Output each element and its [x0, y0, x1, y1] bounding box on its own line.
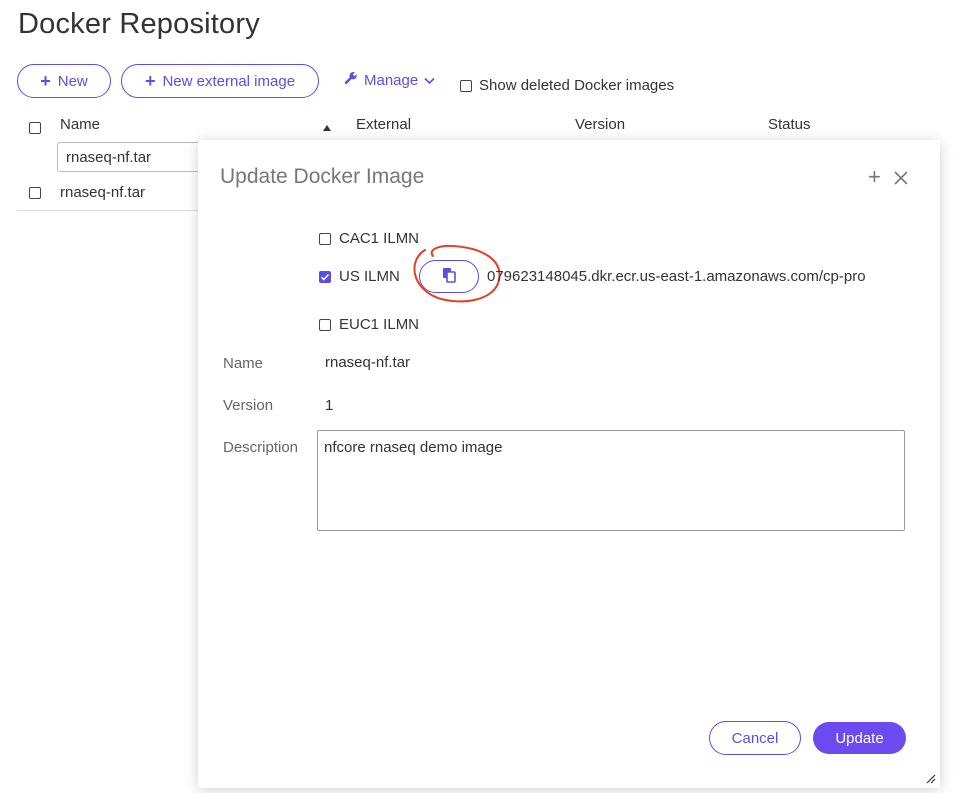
sort-asc-icon[interactable] [322, 119, 332, 136]
region-label: EUC1 ILMN [339, 316, 420, 333]
resize-handle-icon[interactable] [924, 772, 936, 784]
new-button-label: New [57, 72, 88, 90]
description-textarea[interactable]: nfcore rnaseq demo image [317, 430, 905, 531]
repository-url: 079623148045.dkr.ecr.us-east-1.amazonaws… [487, 268, 866, 285]
version-value: 1 [325, 397, 334, 414]
chevron-down-icon [424, 72, 435, 89]
region-us-ilmn[interactable]: US ILMN [319, 268, 400, 285]
table-row[interactable]: rnaseq-nf.tar [17, 176, 217, 211]
name-value: rnaseq-nf.tar [325, 354, 411, 371]
column-header-external[interactable]: External [356, 116, 411, 133]
plus-icon: + [144, 71, 156, 91]
row-name: rnaseq-nf.tar [60, 184, 146, 201]
column-header-name[interactable]: Name [60, 116, 100, 133]
new-button[interactable]: + New [17, 64, 111, 98]
show-deleted-checkbox[interactable] [460, 79, 472, 92]
name-label: Name [223, 355, 264, 372]
close-icon[interactable] [894, 167, 908, 189]
region-checkbox-checked[interactable] [319, 270, 331, 283]
cancel-button[interactable]: Cancel [709, 721, 801, 755]
region-checkbox[interactable] [319, 318, 331, 331]
new-external-image-button[interactable]: + New external image [121, 64, 319, 98]
select-all-checkbox[interactable] [29, 122, 41, 134]
wrench-icon [344, 71, 358, 89]
region-euc1-ilmn[interactable]: EUC1 ILMN [319, 316, 419, 333]
region-label: US ILMN [339, 268, 400, 285]
region-label: CAC1 ILMN [339, 230, 420, 247]
column-header-status[interactable]: Status [768, 116, 811, 133]
region-cac1-ilmn[interactable]: CAC1 ILMN [319, 230, 419, 247]
copy-icon [442, 267, 456, 286]
new-external-image-label: New external image [162, 72, 296, 90]
region-checkbox[interactable] [319, 232, 331, 245]
table-header: Name External Version Status [17, 112, 956, 140]
column-header-version[interactable]: Version [575, 116, 625, 133]
name-filter-input[interactable] [57, 142, 217, 172]
page-title: Docker Repository [18, 8, 260, 40]
maximize-icon[interactable]: + [868, 166, 881, 188]
row-checkbox[interactable] [29, 187, 41, 199]
update-docker-image-dialog: Update Docker Image + CAC1 ILMN US ILMN … [198, 140, 940, 788]
version-label: Version [223, 397, 274, 414]
update-button[interactable]: Update [813, 722, 906, 754]
manage-menu[interactable]: Manage [344, 71, 435, 89]
dialog-title: Update Docker Image [220, 165, 425, 188]
manage-label: Manage [364, 71, 419, 89]
copy-button[interactable] [419, 260, 479, 293]
plus-icon: + [40, 71, 51, 91]
show-deleted-label: Show deleted Docker images [479, 77, 675, 94]
description-label: Description [223, 439, 299, 456]
show-deleted-toggle[interactable]: Show deleted Docker images [460, 77, 674, 94]
